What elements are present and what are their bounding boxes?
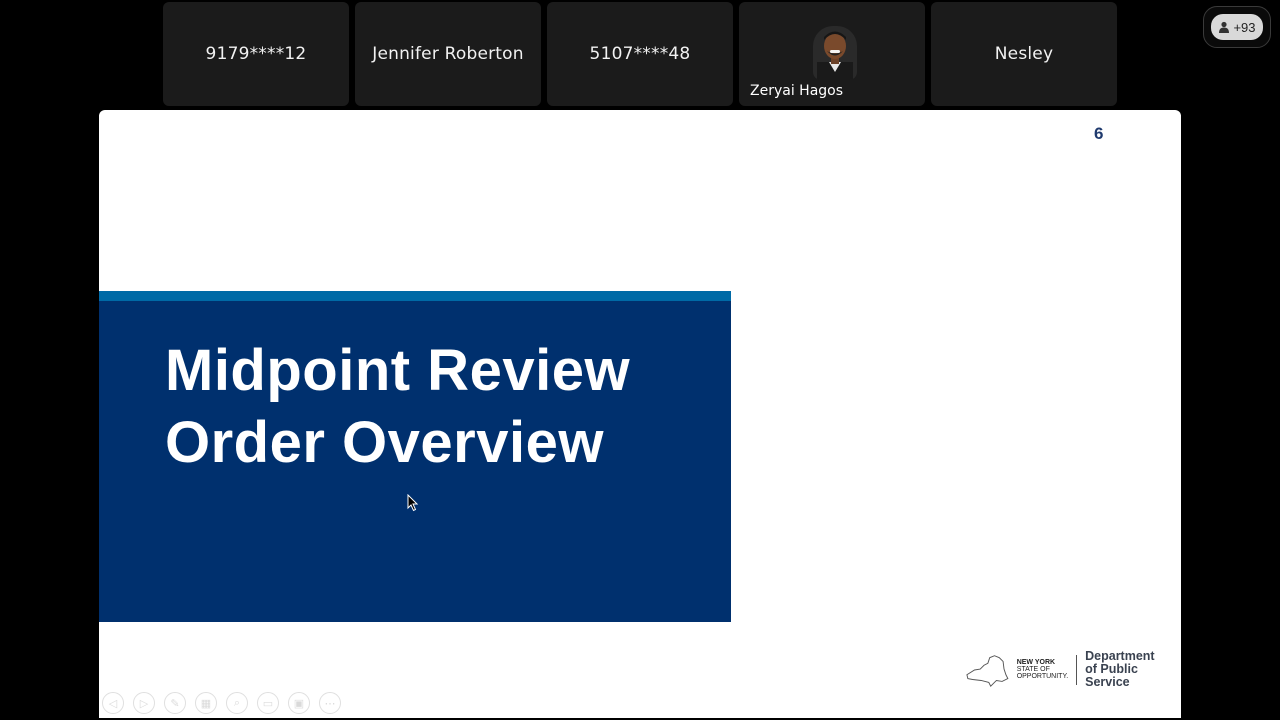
- slide-number: 6: [1094, 124, 1104, 143]
- slide-title-line: Order Overview: [165, 410, 604, 475]
- slide-title-line: Midpoint Review: [165, 338, 631, 403]
- dept-wordmark: Department of Public Service: [1085, 650, 1181, 689]
- logo-divider: [1076, 654, 1078, 685]
- shared-slide: 6 Midpoint Review Order Overview NEW YOR…: [99, 110, 1181, 718]
- mouse-pointer-icon: [407, 494, 419, 512]
- previous-slide-button[interactable]: ◁: [102, 692, 124, 714]
- participant-name: Zeryai Hagos: [750, 83, 844, 99]
- title-band-stripe: [99, 291, 731, 301]
- ny-line: OPPORTUNITY.: [1016, 673, 1069, 680]
- dept-line: of Public Service: [1085, 662, 1138, 689]
- participant-tile[interactable]: Nesley: [931, 2, 1117, 106]
- participant-name: Nesley: [994, 44, 1054, 64]
- camera-button[interactable]: ▣: [288, 692, 310, 714]
- participant-name: 9179****12: [205, 44, 307, 64]
- subtitles-button[interactable]: ▭: [257, 692, 279, 714]
- next-slide-button[interactable]: ▷: [133, 692, 155, 714]
- all-slides-button[interactable]: ▦: [195, 692, 217, 714]
- participant-tile[interactable]: 9179****12: [163, 2, 349, 106]
- dps-logo: NEW YORK STATE OF OPPORTUNITY. Departmen…: [965, 650, 1181, 689]
- participant-tile-video[interactable]: Zeryai Hagos: [739, 2, 925, 106]
- slideshow-controls: ◁ ▷ ✎ ▦ ⌕ ▭ ▣ ⋯: [102, 692, 341, 714]
- ny-wordmark: NEW YORK STATE OF OPPORTUNITY.: [1017, 659, 1068, 680]
- more-options-button[interactable]: ⋯: [319, 692, 341, 714]
- more-participants-badge: +93: [1211, 14, 1263, 40]
- participant-name: 5107****48: [589, 44, 691, 64]
- participant-name: Jennifer Roberton: [372, 44, 524, 64]
- person-icon: [1219, 21, 1230, 33]
- slide-title: Midpoint Review Order Overview: [165, 335, 705, 479]
- pen-tool-button[interactable]: ✎: [164, 692, 186, 714]
- avatar: [813, 26, 857, 80]
- new-york-state-outline-icon: [966, 654, 1009, 687]
- participant-tile[interactable]: Jennifer Roberton: [355, 2, 541, 106]
- ny-line: STATE OF: [1016, 666, 1050, 673]
- participant-strip: 9179****12 Jennifer Roberton 5107****48 …: [163, 2, 1117, 106]
- more-participants-button[interactable]: +93: [1203, 6, 1271, 48]
- participant-tile[interactable]: 5107****48: [547, 2, 733, 106]
- zoom-button[interactable]: ⌕: [226, 692, 248, 714]
- title-band: Midpoint Review Order Overview: [99, 291, 731, 622]
- overflow-count: +93: [1233, 19, 1256, 35]
- ny-line: NEW YORK: [1016, 659, 1056, 666]
